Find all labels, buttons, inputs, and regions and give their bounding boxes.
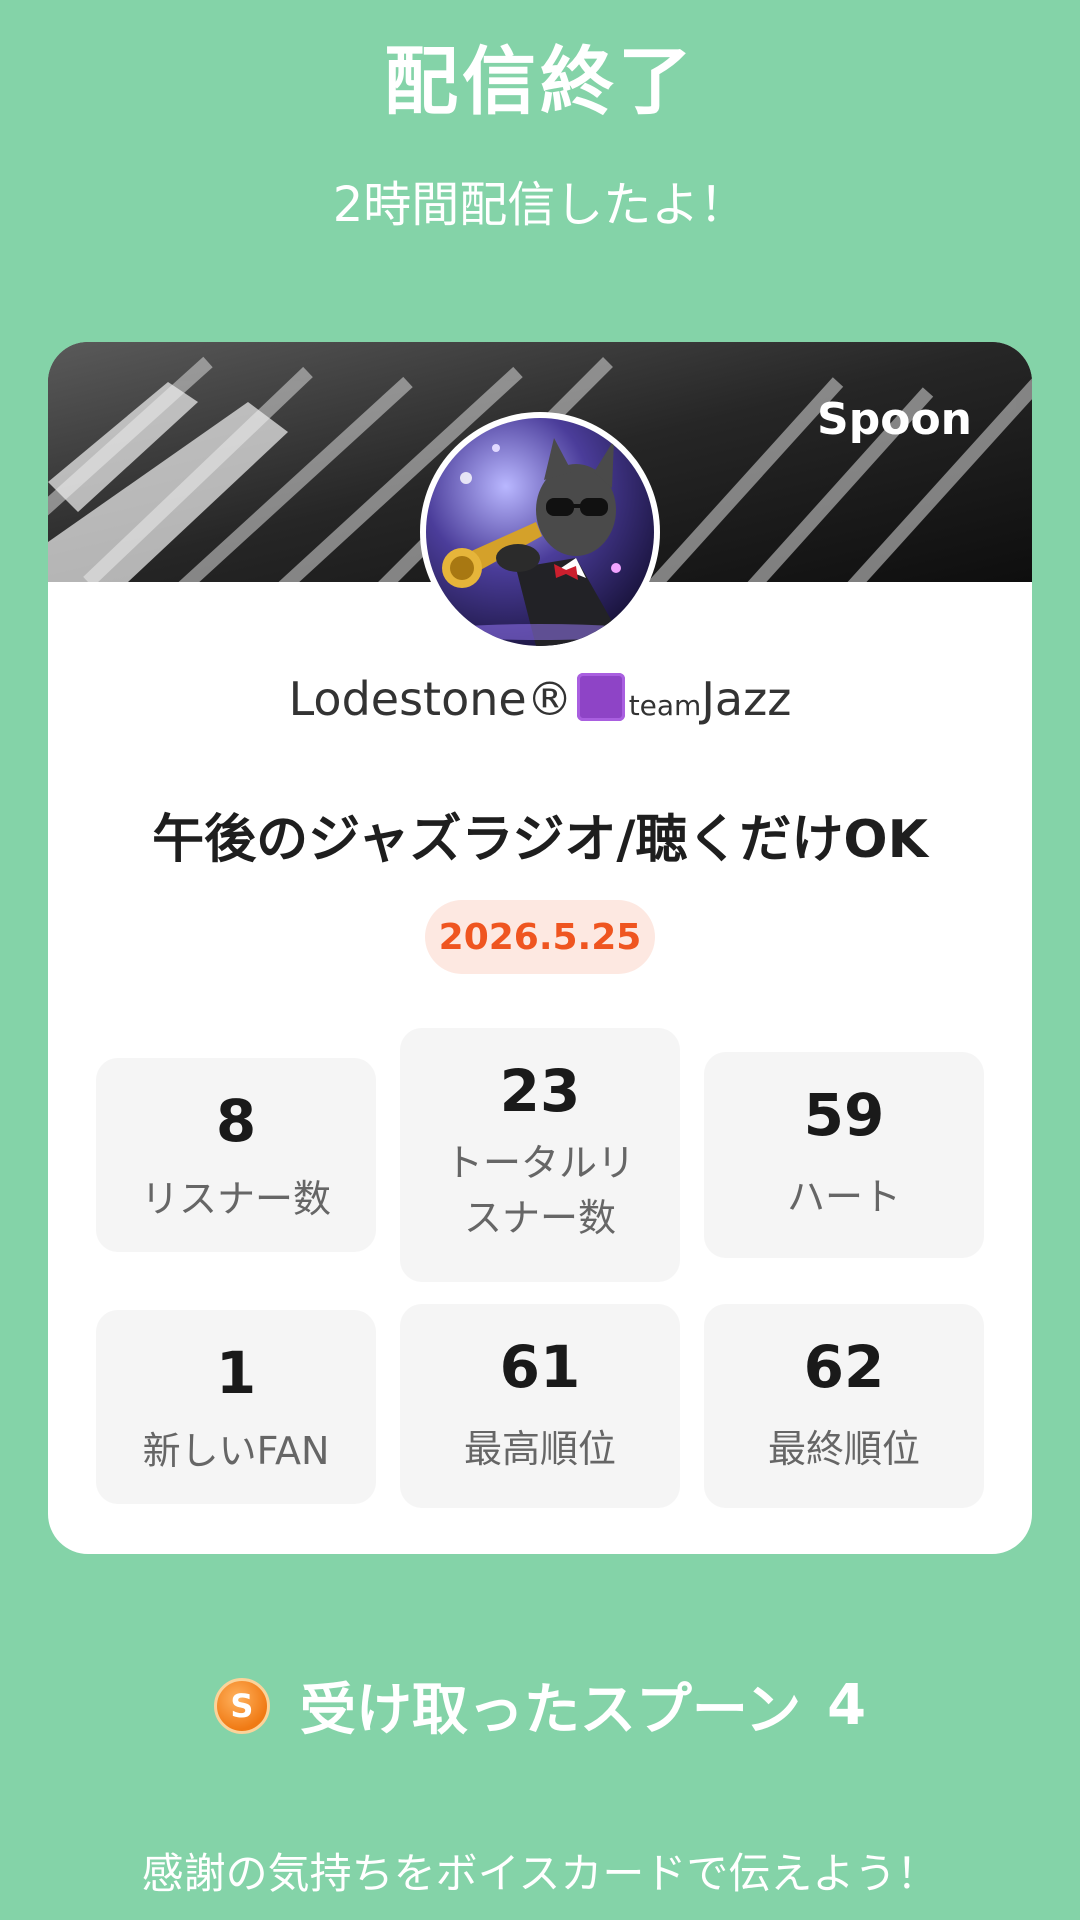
stream-summary-card: Spoon Lodestone® teamJazz 午後のジャズラジオ/聴くだけ… [48,342,1032,1554]
spoons-label: 受け取ったスプーン [299,1678,802,1743]
stat-new-fans: 1 新しいFAN [96,1310,376,1504]
stream-title: 午後のジャズラジオ/聴くだけOK [152,810,928,870]
stat-value: 1 [215,1339,257,1407]
stat-value: 62 [803,1333,885,1401]
stat-label: ハート [786,1175,901,1219]
stat-listeners: 8 リスナー数 [96,1058,376,1252]
spoons-count: 4 [827,1673,867,1738]
avatar[interactable] [420,412,660,652]
stat-value: 23 [499,1057,581,1125]
stat-label: 新しいFAN [142,1429,330,1473]
stat-total-listeners: 23 トータルリスナー数 [400,1028,680,1282]
stat-hearts: 59 ハート [704,1052,984,1258]
stat-final-rank: 62 最終順位 [704,1304,984,1508]
spoon-logo: Spoon [817,394,972,445]
date-badge: 2026.5.25 [425,900,655,974]
username-tail: Jazz [701,672,792,726]
stat-label: リスナー数 [140,1177,331,1221]
spoon-coin-icon: S [213,1677,270,1734]
stat-value: 61 [499,1333,581,1401]
username: Lodestone® teamJazz [48,672,1032,726]
stat-highest-rank: 61 最高順位 [400,1304,680,1508]
stat-label: 最高順位 [463,1427,616,1471]
spoons-received: S 受け取ったスプーン 4 [0,1665,1080,1746]
voice-card-prompt[interactable]: 感謝の気持ちをボイスカードで伝えよう！ [0,1840,1080,1901]
stat-label: 最終順位 [767,1427,920,1471]
stat-label: トータルリスナー数 [444,1141,635,1241]
stat-value: 8 [215,1087,257,1155]
purple-square-emoji [576,673,625,721]
username-team: team [628,689,702,722]
duration-subtitle: 2時間配信したよ！ [332,177,748,233]
avatar-cat-trumpet-image [426,418,654,646]
username-main: Lodestone® [288,672,573,726]
stat-value: 59 [803,1081,885,1149]
page-title: 配信終了 [384,39,696,125]
